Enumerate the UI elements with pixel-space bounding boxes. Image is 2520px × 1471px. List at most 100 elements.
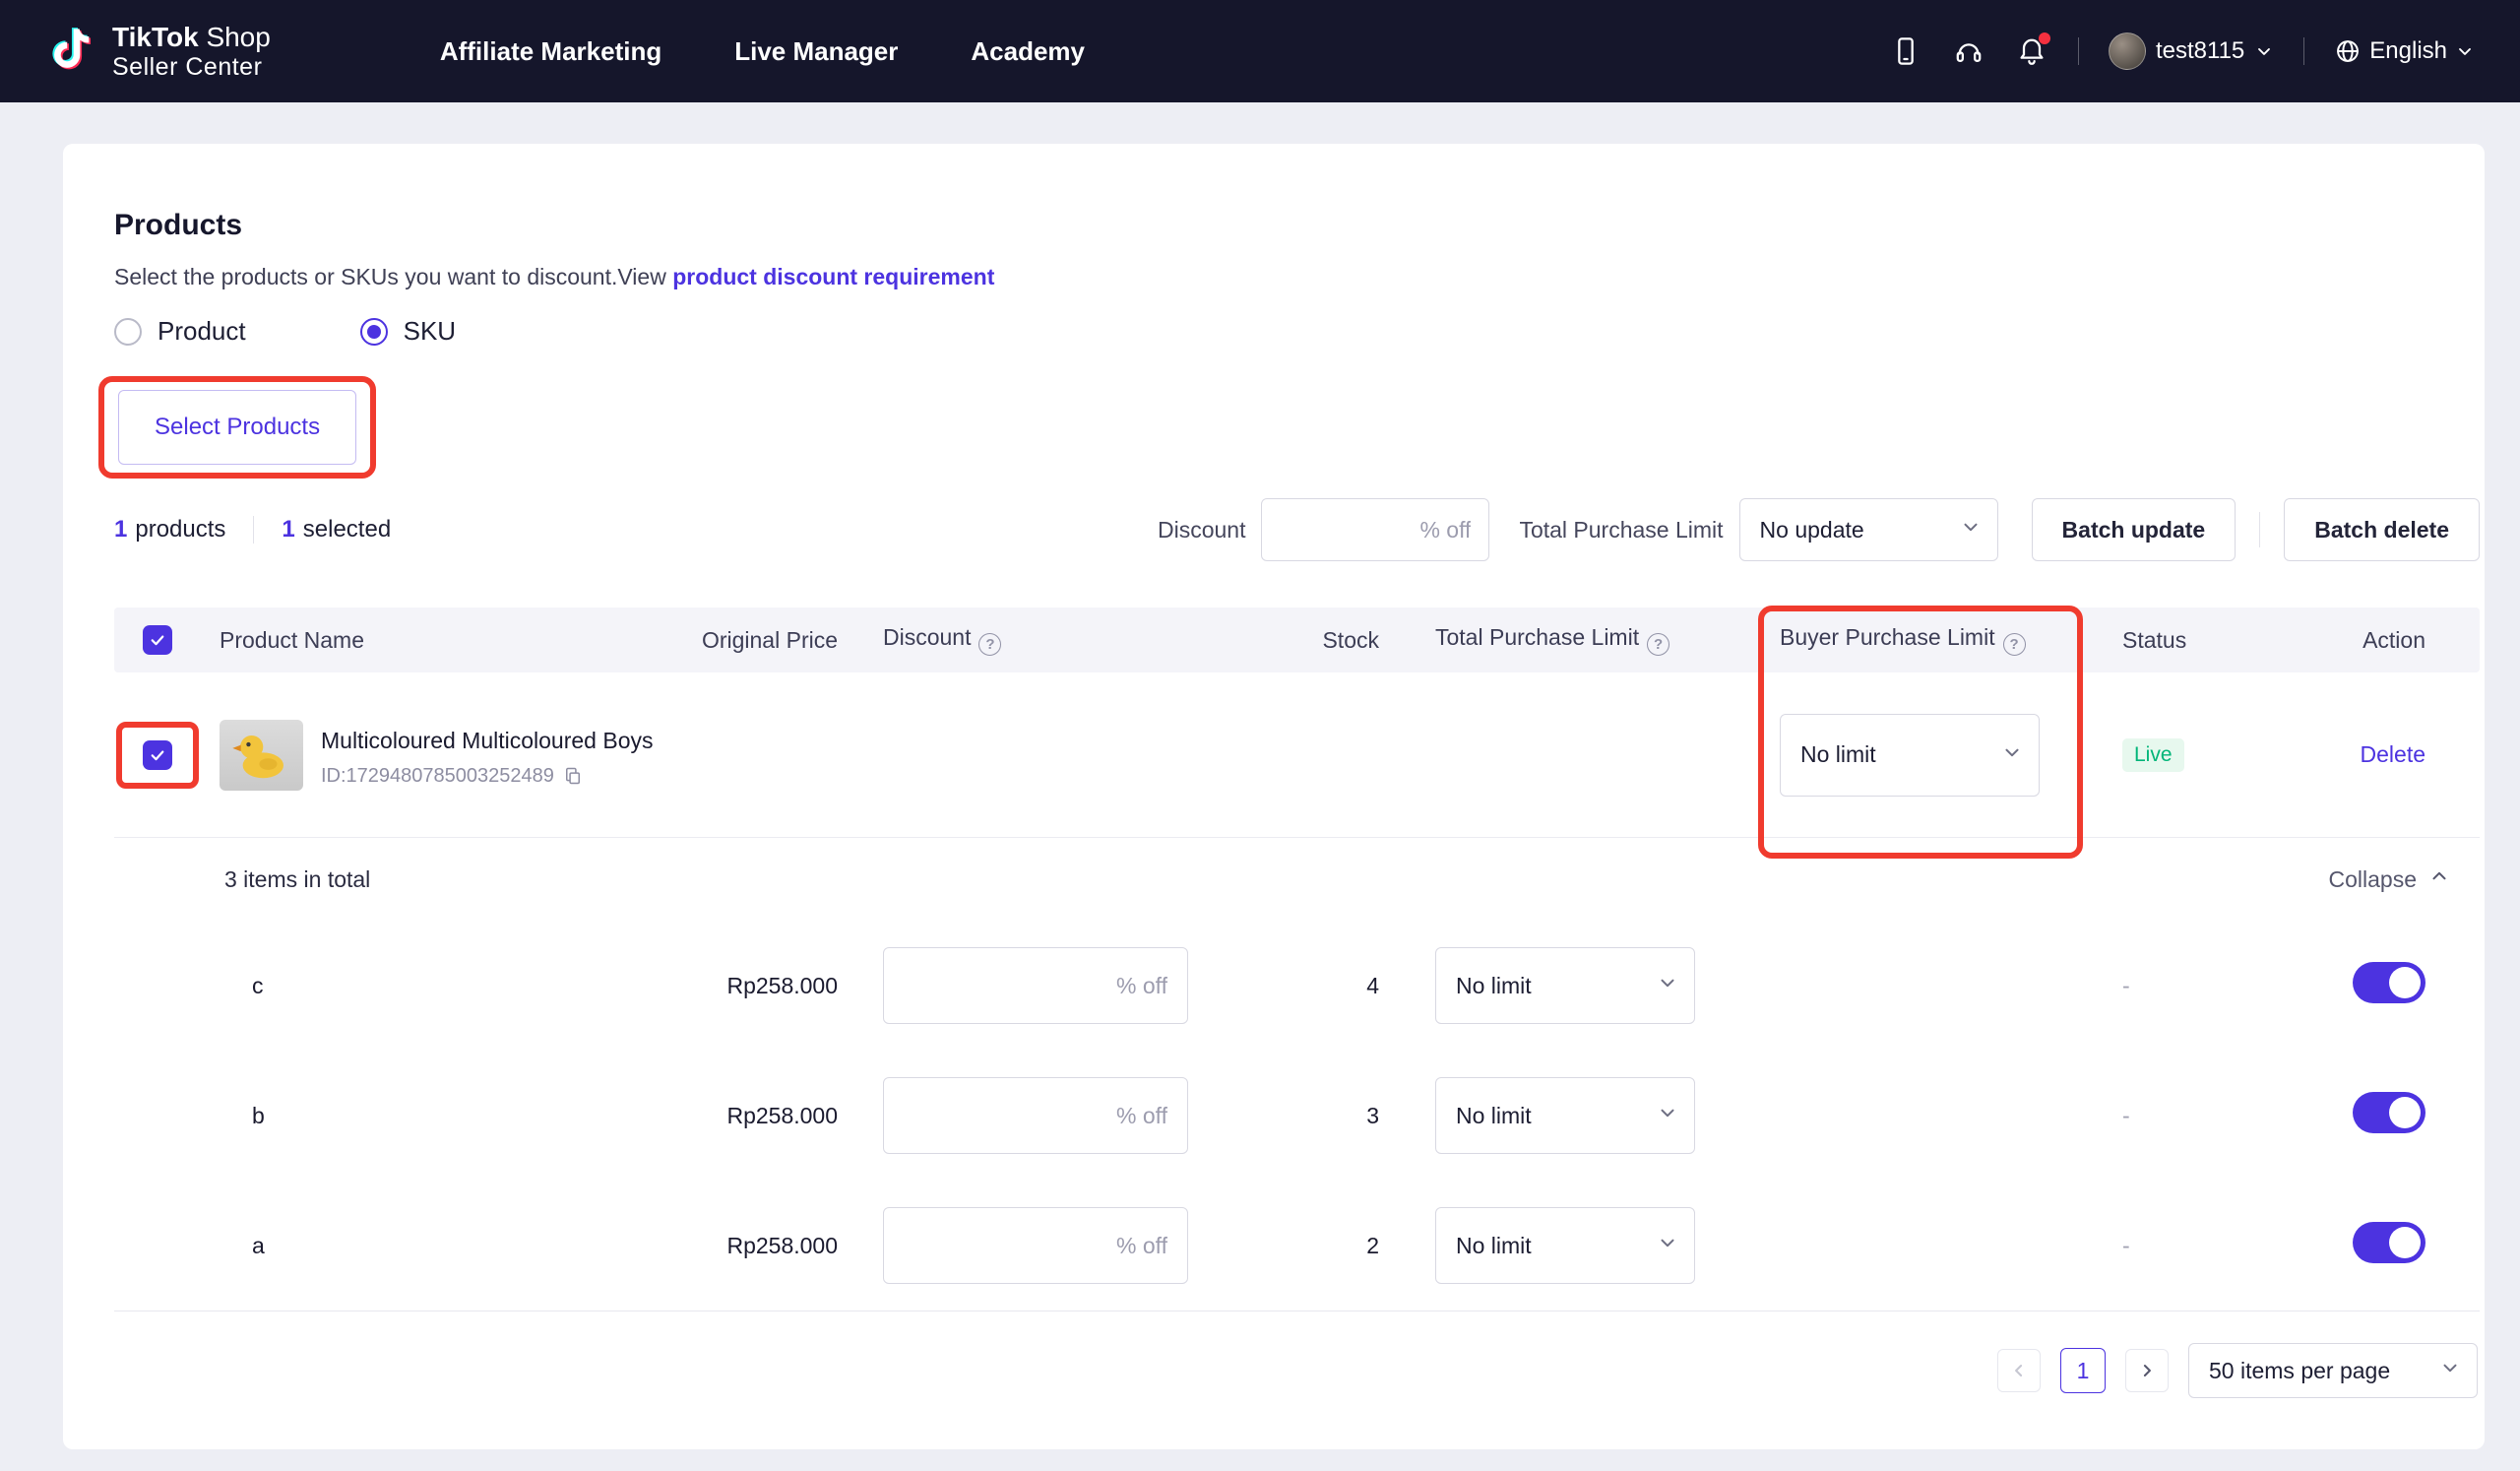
nav-item-academy[interactable]: Academy	[971, 36, 1085, 67]
sku-discount-input[interactable]	[883, 1077, 1188, 1154]
duck-image	[231, 730, 292, 781]
sku-price: Rp258.000	[690, 1233, 838, 1259]
header-total-purchase-limit: Total Purchase Limit?	[1379, 624, 1704, 656]
collapse-label: Collapse	[2329, 866, 2418, 893]
collapse-button[interactable]: Collapse	[2329, 865, 2451, 893]
sku-row: b Rp258.000 3 No limit -	[114, 1051, 2480, 1181]
globe-icon	[2334, 37, 2362, 65]
notification-dot	[2039, 32, 2050, 44]
sku-name: c	[203, 973, 690, 999]
product-discount-requirement-link[interactable]: product discount requirement	[672, 264, 994, 289]
sku-status-dash: -	[2122, 1233, 2130, 1258]
help-icon[interactable]: ?	[978, 633, 1001, 656]
help-icon[interactable]: ?	[1647, 633, 1670, 656]
product-thumbnail	[220, 720, 303, 791]
page-title: Products	[114, 209, 2480, 242]
batch-total-purchase-limit-value: No update	[1760, 517, 1864, 544]
radio-product-icon[interactable]	[114, 318, 142, 346]
header-discount: Discount?	[838, 624, 1192, 656]
sku-discount-input[interactable]	[883, 947, 1188, 1024]
mobile-device-icon[interactable]	[1889, 34, 1922, 68]
products-card: Products Select the products or SKUs you…	[63, 144, 2485, 1449]
header-status: Status	[2048, 627, 2295, 654]
sku-status-dash: -	[2122, 1103, 2130, 1128]
batch-update-button[interactable]: Batch update	[2032, 498, 2236, 561]
radio-option-product[interactable]: Product	[114, 316, 246, 347]
delete-button[interactable]: Delete	[2361, 741, 2426, 767]
radio-option-sku[interactable]: SKU	[360, 316, 456, 347]
main-nav-menu: Affiliate Marketing Live Manager Academy	[440, 36, 1085, 67]
radio-sku-label: SKU	[404, 316, 456, 347]
product-info: Multicoloured Multicoloured Boys ID:1729…	[321, 723, 661, 788]
top-navbar: TikTok Shop Seller Center Affiliate Mark…	[0, 0, 2520, 102]
sku-active-toggle[interactable]	[2353, 1092, 2426, 1133]
header-original-price: Original Price	[690, 627, 838, 654]
sku-total-purchase-limit-dropdown[interactable]: No limit	[1435, 947, 1695, 1024]
batch-toolbar: 1 products 1 selected Discount Total Pur…	[114, 498, 2480, 561]
navbar-right-section: test8115 English	[1889, 32, 2475, 70]
user-avatar	[2109, 32, 2146, 70]
sku-section-header: 3 items in total Collapse	[114, 838, 2480, 921]
sku-total-purchase-limit-dropdown[interactable]: No limit	[1435, 1207, 1695, 1284]
product-row-checkbox[interactable]	[143, 740, 172, 770]
nav-item-live-manager[interactable]: Live Manager	[734, 36, 898, 67]
copy-icon[interactable]	[563, 766, 583, 786]
user-account-menu[interactable]: test8115	[2109, 32, 2274, 70]
subtitle-text: Select the products or SKUs you want to …	[114, 264, 666, 289]
logo-tiktok: TikTok	[112, 22, 199, 52]
total-purchase-limit-label: Total Purchase Limit	[1519, 517, 1723, 544]
nav-item-affiliate-marketing[interactable]: Affiliate Marketing	[440, 36, 662, 67]
selected-count-label: selected	[303, 516, 391, 544]
sku-active-toggle[interactable]	[2353, 962, 2426, 1003]
sku-active-toggle[interactable]	[2353, 1222, 2426, 1263]
buyer-purchase-limit-dropdown[interactable]: No limit	[1780, 714, 2040, 797]
username-label: test8115	[2156, 37, 2244, 65]
select-products-wrapper: Select Products	[118, 390, 356, 465]
batch-discount-input[interactable]	[1261, 498, 1489, 561]
logo-seller-center: Seller Center	[112, 53, 271, 83]
sku-status-dash: -	[2122, 973, 2130, 998]
page-subtitle: Select the products or SKUs you want to …	[114, 264, 2480, 290]
pagination-next-button[interactable]	[2125, 1349, 2169, 1392]
sku-stock: 2	[1192, 1233, 1379, 1259]
chevron-down-icon	[1657, 1102, 1678, 1129]
chevron-down-icon	[1960, 516, 1982, 544]
notification-bell-icon[interactable]	[2015, 34, 2048, 68]
sku-stock: 3	[1192, 1103, 1379, 1129]
batch-controls: Discount Total Purchase Limit No update …	[1158, 498, 2480, 561]
selected-count: 1	[282, 516, 294, 544]
chevron-down-icon	[2254, 41, 2274, 61]
select-all-checkbox[interactable]	[143, 625, 172, 655]
sku-total-purchase-limit-value: No limit	[1456, 973, 1532, 999]
select-products-button[interactable]: Select Products	[118, 390, 356, 465]
help-icon[interactable]: ?	[2003, 633, 2026, 656]
header-buyer-purchase-limit: Buyer Purchase Limit?	[1704, 624, 2048, 656]
sku-discount-input[interactable]	[883, 1207, 1188, 1284]
logo-shop: Shop	[206, 22, 270, 52]
items-total-label: 3 items in total	[224, 866, 370, 893]
batch-total-purchase-limit-dropdown[interactable]: No update	[1739, 498, 1998, 561]
chevron-down-icon	[2439, 1357, 2461, 1384]
product-name: Multicoloured Multicoloured Boys	[321, 723, 661, 759]
headset-support-icon[interactable]	[1952, 34, 1985, 68]
product-id: ID:1729480785003252489	[321, 765, 554, 788]
sku-price: Rp258.000	[690, 973, 838, 999]
sku-total-purchase-limit-dropdown[interactable]: No limit	[1435, 1077, 1695, 1154]
batch-delete-button[interactable]: Batch delete	[2284, 498, 2480, 561]
page-size-value: 50 items per page	[2209, 1358, 2390, 1384]
tiktok-shop-logo[interactable]: TikTok Shop Seller Center	[45, 21, 271, 83]
chevron-down-icon	[1657, 972, 1678, 999]
header-action: Action	[2295, 627, 2480, 654]
language-selector[interactable]: English	[2334, 37, 2475, 65]
product-cell: Multicoloured Multicoloured Boys ID:1729…	[203, 720, 690, 791]
logo-text: TikTok Shop Seller Center	[112, 21, 271, 83]
language-label: English	[2369, 37, 2447, 65]
page-size-dropdown[interactable]: 50 items per page	[2188, 1343, 2478, 1398]
sku-total-purchase-limit-value: No limit	[1456, 1233, 1532, 1259]
pagination-prev-button[interactable]	[1997, 1349, 2041, 1392]
radio-sku-icon[interactable]	[360, 318, 388, 346]
product-id-row: ID:1729480785003252489	[321, 765, 661, 788]
pagination-page-1[interactable]: 1	[2060, 1348, 2106, 1393]
sku-row: a Rp258.000 2 No limit -	[114, 1181, 2480, 1311]
chevron-down-icon	[2001, 741, 2023, 769]
